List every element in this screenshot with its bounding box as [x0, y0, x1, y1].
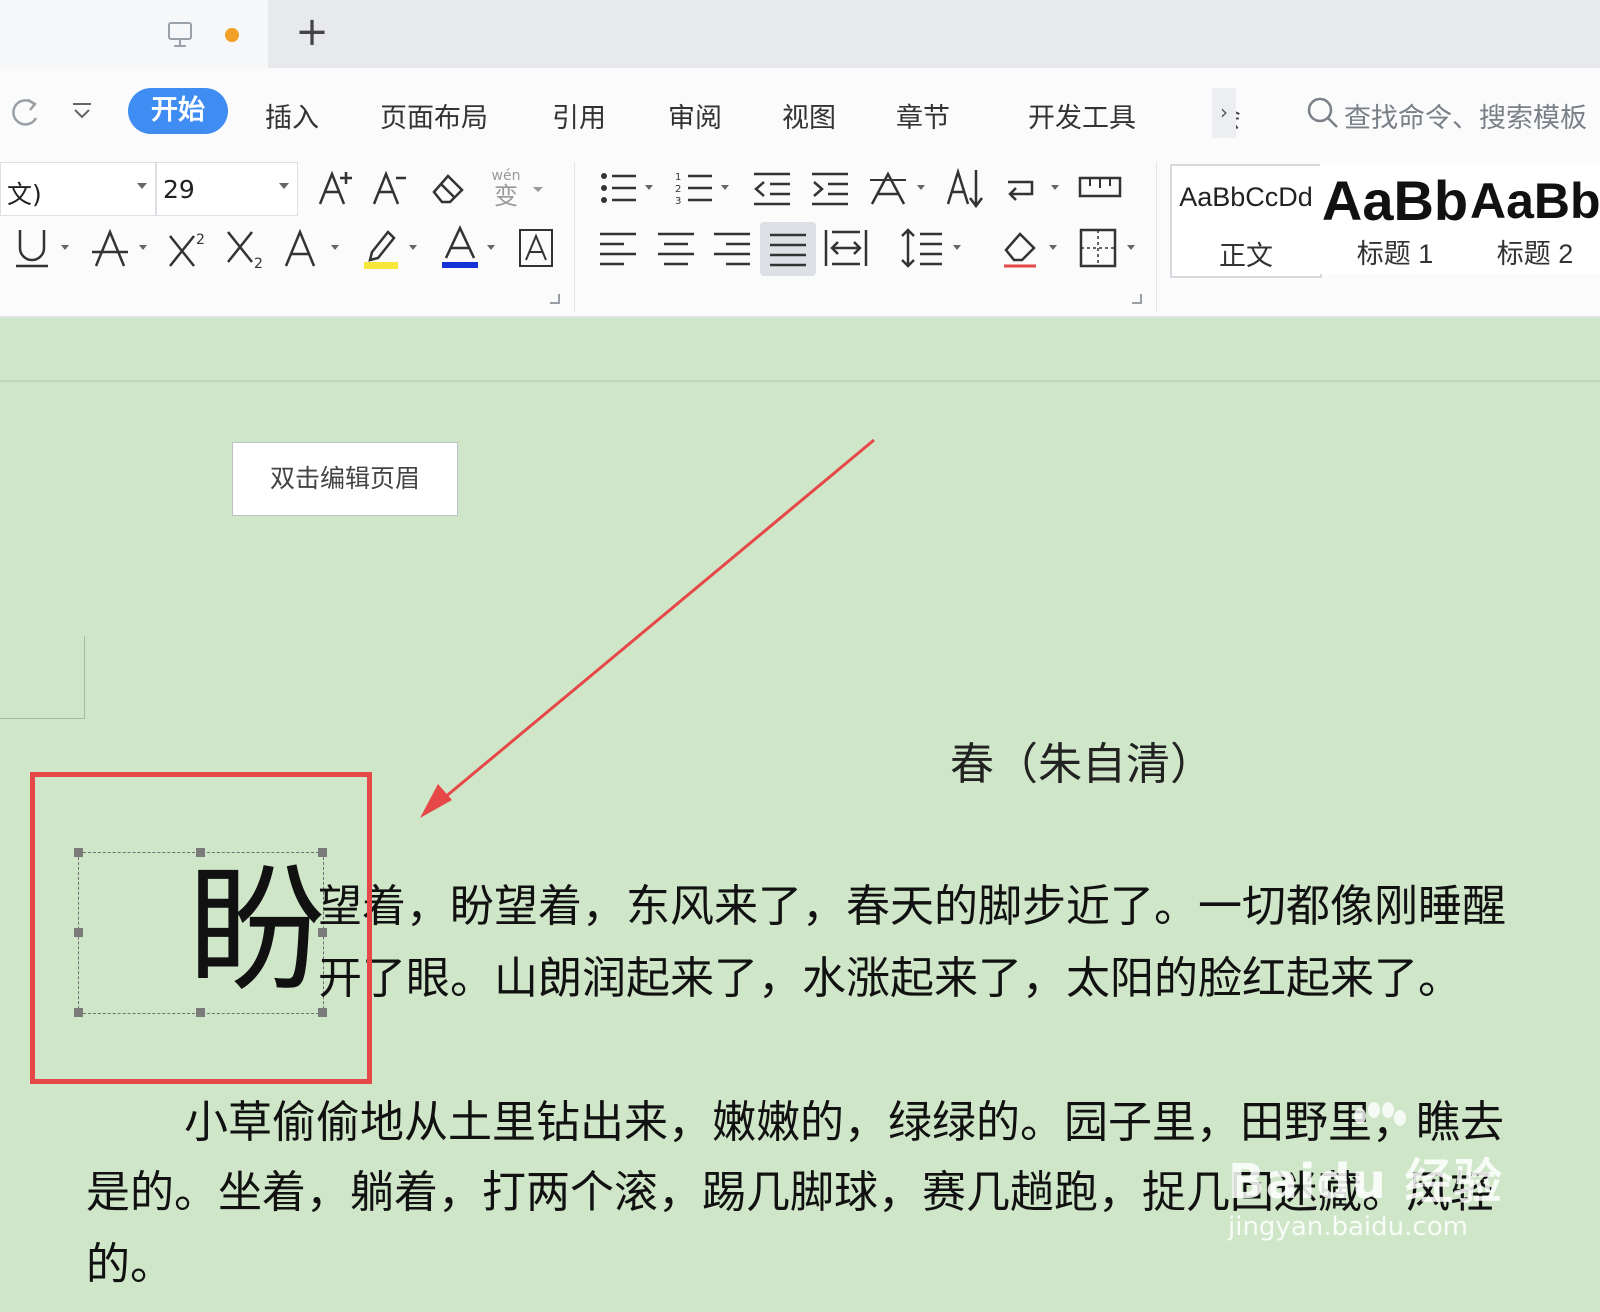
chevron-down-icon[interactable] [644, 184, 654, 192]
chevron-down-icon[interactable] [532, 186, 544, 194]
font-name-value: 文) [7, 180, 42, 209]
svg-text:2: 2 [675, 184, 681, 195]
search-input[interactable]: 查找命令、搜索模板 [1344, 96, 1587, 135]
search-icon[interactable] [1306, 96, 1340, 130]
chevron-down-icon [137, 183, 147, 189]
pinyin-guide-button[interactable]: wén 变 [486, 168, 526, 208]
style-heading-2-sample: AaBb [1470, 173, 1600, 229]
justify-icon [770, 233, 806, 267]
chevron-down-icon[interactable] [1050, 184, 1060, 192]
style-normal[interactable]: AaBbCcDd 正文 [1170, 164, 1322, 278]
character-border-icon[interactable] [518, 228, 554, 268]
style-heading-1-name: 标题 1 [1356, 239, 1434, 269]
align-right-icon[interactable] [712, 228, 752, 268]
font-size-select[interactable]: 29 [156, 162, 298, 216]
font-name-select[interactable]: 文) [0, 162, 156, 216]
decrease-indent-icon[interactable] [752, 168, 792, 208]
borders-icon[interactable] [1078, 226, 1118, 270]
redo-icon[interactable] [8, 92, 42, 132]
style-heading-2[interactable]: AaBb 标题 2 [1470, 164, 1600, 274]
style-heading-1[interactable]: AaBb 标题 1 [1320, 164, 1470, 274]
menu-tab-references[interactable]: 引用 [552, 96, 606, 135]
monitor-icon[interactable] [168, 22, 192, 48]
edit-header-hint[interactable]: 双击编辑页眉 [232, 442, 458, 516]
show-marks-icon[interactable] [1002, 168, 1042, 208]
numbered-list-icon[interactable]: 1 2 3 [674, 168, 718, 208]
paragraph-2-line-3[interactable]: 的。 [86, 1228, 174, 1292]
font-size-value: 29 [163, 175, 195, 204]
watermark-url: jingyan.baidu.com [1228, 1212, 1468, 1242]
grow-font-icon[interactable] [316, 168, 356, 208]
unsaved-dot-icon [225, 28, 239, 42]
svg-text:3: 3 [675, 196, 681, 207]
menu-tab-developer[interactable]: 开发工具 [1028, 96, 1136, 135]
svg-text:2: 2 [254, 256, 263, 270]
paragraph-1-line-1[interactable]: 望着，盼望着，东风来了，春天的脚步近了。一切都像刚睡醒 [318, 870, 1506, 934]
chevron-down-icon [279, 183, 289, 189]
chevron-down-icon[interactable] [60, 244, 70, 252]
chevron-down-icon[interactable] [1048, 244, 1058, 252]
chevron-down-icon[interactable] [952, 244, 962, 252]
paragraph-2-line-1[interactable]: 小草偷偷地从土里钻出来，嫩嫩的，绿绿的。园子里，田野里，瞧去 [184, 1086, 1504, 1150]
ruler-icon[interactable] [1078, 170, 1122, 204]
page-top-edge [0, 380, 1600, 382]
chevron-down-icon[interactable] [1126, 244, 1136, 252]
paw-icon [1354, 1102, 1406, 1126]
menu-tab-insert[interactable]: 插入 [265, 96, 319, 135]
style-heading-2-name: 标题 2 [1496, 239, 1574, 269]
sort-icon[interactable] [944, 166, 984, 210]
text-effect-icon[interactable] [282, 226, 318, 270]
menu-tab-review[interactable]: 审阅 [668, 96, 722, 135]
line-spacing-icon[interactable] [900, 226, 944, 270]
chevron-down-icon[interactable] [408, 244, 418, 252]
new-tab-button[interactable]: + [292, 12, 332, 52]
chinese-layout-icon[interactable] [866, 168, 910, 208]
pinyin-char: 变 [494, 182, 518, 210]
underline-icon[interactable] [14, 226, 50, 270]
svg-text:2: 2 [196, 232, 205, 248]
document-title[interactable]: 春（朱自清） [950, 728, 1214, 792]
more-tabs-button[interactable]: › [1212, 88, 1236, 138]
highlight-icon[interactable] [362, 224, 402, 270]
font-color-icon[interactable] [440, 224, 480, 270]
menu-tab-page-layout[interactable]: 页面布局 [380, 96, 488, 135]
annotation-highlight-box [30, 772, 372, 1084]
chevron-down-icon[interactable] [486, 244, 496, 252]
clear-format-icon[interactable] [428, 170, 468, 206]
justify-button[interactable] [760, 222, 816, 276]
distributed-align-icon[interactable] [824, 226, 868, 270]
margin-corner-mark [0, 636, 85, 719]
chevron-down-icon[interactable] [138, 244, 148, 252]
align-center-icon[interactable] [656, 228, 696, 268]
chevron-down-icon[interactable] [720, 184, 730, 192]
paragraph-1-line-2[interactable]: 开了眼。山朗润起来了，水涨起来了，太阳的脸红起来了。 [318, 942, 1462, 1006]
ribbon-separator [574, 162, 575, 312]
menu-tab-start[interactable]: 开始 [128, 88, 228, 134]
ribbon-separator [1156, 162, 1157, 312]
svg-text:1: 1 [675, 172, 681, 183]
baidu-watermark: Baidu 经验 jingyan.baidu.com [1228, 1102, 1503, 1242]
strikethrough-icon[interactable] [90, 226, 130, 270]
align-left-icon[interactable] [598, 228, 638, 268]
shading-icon[interactable] [1000, 226, 1040, 270]
style-normal-name: 正文 [1219, 241, 1273, 271]
style-heading-1-sample: AaBb [1321, 169, 1469, 232]
shrink-font-icon[interactable] [370, 168, 410, 208]
increase-indent-icon[interactable] [810, 168, 850, 208]
superscript-icon[interactable]: 2 [166, 226, 210, 270]
paragraph-dialog-launcher-icon[interactable] [1132, 294, 1142, 304]
watermark-brand: Baidu 经验 [1228, 1154, 1503, 1210]
bullet-list-icon[interactable] [598, 168, 642, 208]
menu-tab-chapter[interactable]: 章节 [896, 96, 950, 135]
subscript-icon[interactable]: 2 [224, 226, 268, 270]
quick-access-dropdown-icon[interactable] [70, 98, 94, 126]
menu-tab-view[interactable]: 视图 [782, 96, 836, 135]
chevron-down-icon[interactable] [916, 184, 926, 192]
font-dialog-launcher-icon[interactable] [550, 294, 560, 304]
style-normal-sample: AaBbCcDd [1179, 182, 1313, 212]
chevron-down-icon[interactable] [330, 244, 340, 252]
